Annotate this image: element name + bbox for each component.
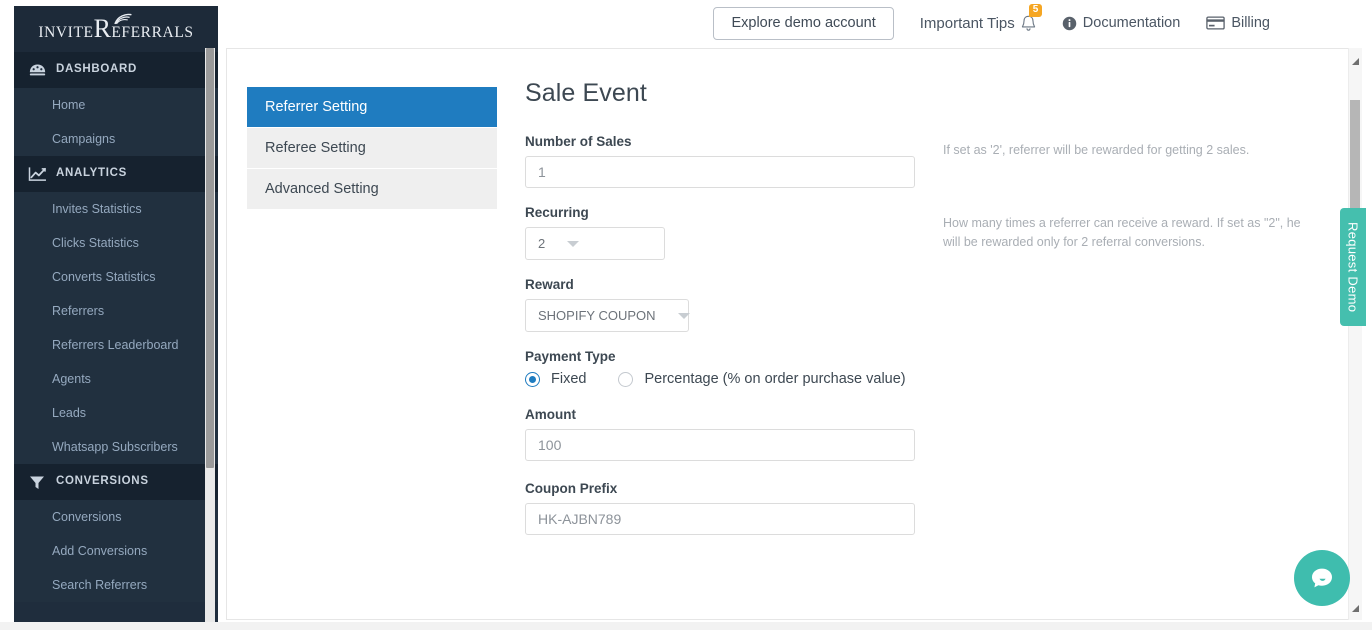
brand-logo[interactable]: INVITE R EFERRALS	[14, 6, 218, 52]
app-root: INVITE R EFERRALS DASHBOARD Home Campaig…	[0, 0, 1372, 630]
important-tips-label: Important Tips	[919, 14, 1015, 32]
radio-indicator	[525, 371, 540, 387]
field-coupon-prefix: Coupon Prefix	[525, 481, 945, 535]
tab-referee-setting[interactable]: Referee Setting	[247, 128, 497, 169]
number-of-sales-help-text: If set as '2', referrer will be rewarded…	[943, 143, 1250, 157]
recurring-label: Recurring	[525, 205, 589, 220]
radio-payment-type-percentage[interactable]: Percentage (% on order purchase value)	[618, 371, 906, 387]
important-tips-link[interactable]: Important Tips 5	[919, 3, 1043, 32]
tips-badge-count: 5	[1028, 3, 1043, 17]
recurring-select[interactable]: 2	[525, 227, 665, 260]
field-amount: Amount	[525, 407, 945, 461]
sidebar-group-dashboard: Home Campaigns	[14, 88, 218, 156]
sidebar-item-referrers[interactable]: Referrers	[14, 294, 218, 328]
billing-link[interactable]: Billing	[1206, 15, 1270, 31]
sidebar-item-whatsapp-subscribers[interactable]: Whatsapp Subscribers	[14, 430, 218, 464]
sidebar-scrollbar-thumb[interactable]	[206, 48, 214, 468]
documentation-link[interactable]: Documentation	[1062, 15, 1181, 31]
sidebar-section-label: ANALYTICS	[56, 167, 128, 180]
chat-widget-button[interactable]	[1294, 550, 1350, 606]
left-sidebar: INVITE R EFERRALS DASHBOARD Home Campaig…	[14, 6, 218, 622]
line-chart-icon	[24, 165, 50, 183]
sidebar-item-leads[interactable]: Leads	[14, 396, 218, 430]
tab-referrer-setting[interactable]: Referrer Setting	[247, 87, 497, 128]
sidebar-group-conversions: Conversions Add Conversions Search Refer…	[14, 500, 218, 602]
number-of-sales-input[interactable]	[525, 156, 915, 188]
sidebar-item-converts-statistics[interactable]: Converts Statistics	[14, 260, 218, 294]
request-demo-tab[interactable]: Request Demo	[1340, 208, 1366, 326]
tab-advanced-setting[interactable]: Advanced Setting	[247, 169, 497, 210]
brand-logo-r: R	[93, 13, 112, 43]
payment-type-label: Payment Type	[525, 349, 616, 364]
reward-selected-value: SHOPIFY COUPON	[538, 308, 656, 323]
sidebar-section-analytics[interactable]: ANALYTICS	[14, 156, 218, 192]
settings-tab-list: Referrer Setting Referee Setting Advance…	[247, 87, 497, 210]
sidebar-item-agents[interactable]: Agents	[14, 362, 218, 396]
explore-demo-account-button[interactable]: Explore demo account	[713, 6, 894, 40]
coupon-prefix-input[interactable]	[525, 503, 915, 535]
reward-select[interactable]: SHOPIFY COUPON	[525, 299, 690, 332]
radio-payment-type-fixed[interactable]: Fixed	[525, 371, 586, 387]
sidebar-item-home[interactable]: Home	[14, 88, 218, 122]
field-reward: Reward SHOPIFY COUPON	[525, 277, 945, 332]
sidebar-item-invites-statistics[interactable]: Invites Statistics	[14, 192, 218, 226]
reward-label: Reward	[525, 277, 574, 292]
page-bottom-edge	[0, 622, 1372, 630]
sidebar-item-conversions[interactable]: Conversions	[14, 500, 218, 534]
scroll-up-arrow-icon[interactable]	[1349, 55, 1361, 67]
recurring-selected-value: 2	[538, 236, 546, 251]
wifi-signal-icon	[114, 13, 132, 25]
number-of-sales-label: Number of Sales	[525, 134, 632, 149]
funnel-icon	[24, 473, 50, 491]
sidebar-section-conversions[interactable]: CONVERSIONS	[14, 464, 218, 500]
documentation-label: Documentation	[1082, 15, 1181, 31]
sidebar-group-analytics: Invites Statistics Clicks Statistics Con…	[14, 192, 218, 464]
field-payment-type: Payment Type Fixed Percentage (% on orde…	[525, 349, 945, 387]
sidebar-item-referrers-leaderboard[interactable]: Referrers Leaderboard	[14, 328, 218, 362]
top-header-bar: Explore demo account Important Tips 5 Do…	[218, 0, 1372, 46]
field-number-of-sales: Number of Sales	[525, 134, 945, 188]
speedometer-icon	[24, 61, 50, 79]
radio-label-percentage: Percentage (% on order purchase value)	[644, 371, 906, 387]
bell-icon[interactable]: 5	[1021, 3, 1043, 32]
brand-logo-part2: EFERRALS	[111, 23, 194, 41]
amount-label: Amount	[525, 407, 576, 422]
chevron-down-icon	[567, 240, 580, 247]
recurring-help-text: How many times a referrer can receive a …	[943, 216, 1301, 249]
sidebar-item-search-referrers[interactable]: Search Referrers	[14, 568, 218, 602]
chevron-down-icon	[677, 312, 690, 319]
radio-label-fixed: Fixed	[551, 371, 587, 387]
scroll-down-arrow-icon[interactable]	[1349, 602, 1361, 614]
sidebar-section-dashboard[interactable]: DASHBOARD	[14, 52, 218, 88]
sidebar-item-campaigns[interactable]: Campaigns	[14, 122, 218, 156]
payment-type-radio-group: Fixed Percentage (% on order purchase va…	[525, 371, 945, 387]
sidebar-item-clicks-statistics[interactable]: Clicks Statistics	[14, 226, 218, 260]
brand-logo-part1: INVITE	[38, 23, 94, 41]
page-title: Sale Event	[525, 79, 647, 107]
field-recurring: Recurring 2	[525, 205, 945, 260]
sale-event-form: Sale Event Number of Sales Recurring 2 R…	[525, 79, 945, 552]
sidebar-item-add-conversions[interactable]: Add Conversions	[14, 534, 218, 568]
chat-bubble-icon	[1312, 568, 1332, 588]
credit-card-icon	[1206, 16, 1226, 30]
main-content-panel: Referrer Setting Referee Setting Advance…	[226, 48, 1359, 620]
request-demo-label: Request Demo	[1345, 221, 1361, 313]
coupon-prefix-label: Coupon Prefix	[525, 481, 618, 496]
sidebar-section-label: CONVERSIONS	[56, 475, 149, 488]
amount-input[interactable]	[525, 429, 915, 461]
info-circle-icon	[1062, 16, 1077, 31]
billing-label: Billing	[1231, 15, 1270, 31]
sidebar-section-label: DASHBOARD	[56, 63, 138, 76]
radio-indicator	[618, 371, 634, 387]
